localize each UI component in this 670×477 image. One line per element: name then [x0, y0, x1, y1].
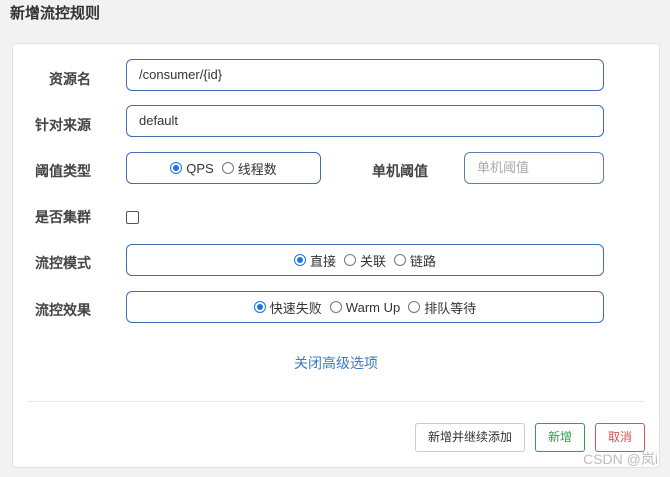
limit-app-label: 针对来源 — [35, 117, 91, 133]
strategy-option-chain[interactable]: 链路 — [394, 251, 436, 270]
strategy-option-direct[interactable]: 直接 — [293, 251, 336, 270]
radio-unselected-icon[interactable] — [408, 301, 421, 313]
grade-option-qps-label: QPS — [186, 160, 214, 176]
behavior-option-fast-fail[interactable]: 快速失败 — [253, 298, 322, 317]
radio-unselected-icon[interactable] — [343, 254, 356, 266]
resource-input[interactable]: /consumer/{id} — [126, 59, 604, 91]
rule-form-panel: 资源名 /consumer/{id} 针对来源 default 阈值类型 QPS… — [12, 43, 660, 468]
grade-option-thread-label: 线程数 — [237, 161, 277, 177]
control-behavior-label: 流控效果 — [35, 302, 91, 318]
cancel-button[interactable]: 取消 — [595, 423, 645, 452]
threshold-label: 单机阈值 — [372, 163, 428, 179]
strategy-option-direct-label: 直接 — [309, 253, 336, 269]
strategy-radio-group: 直接 关联 链路 — [126, 244, 604, 276]
grade-label: 阈值类型 — [35, 163, 91, 179]
strategy-option-chain-label: 链路 — [410, 253, 437, 269]
add-button[interactable]: 新增 — [535, 423, 585, 452]
add-and-continue-button[interactable]: 新增并继续添加 — [415, 423, 525, 452]
strategy-option-relate-label: 关联 — [359, 253, 386, 269]
cluster-label: 是否集群 — [35, 209, 91, 225]
radio-unselected-icon[interactable] — [394, 254, 406, 266]
radio-unselected-icon[interactable] — [221, 162, 234, 174]
strategy-option-relate[interactable]: 关联 — [343, 251, 386, 270]
resource-label: 资源名 — [49, 71, 91, 87]
radio-selected-icon[interactable] — [170, 162, 183, 174]
cluster-checkbox[interactable] — [126, 211, 139, 224]
toggle-advanced-link[interactable]: 关闭高级选项 — [13, 353, 659, 373]
footer-divider — [27, 401, 645, 402]
behavior-option-queue[interactable]: 排队等待 — [408, 298, 476, 317]
radio-selected-icon[interactable] — [293, 254, 306, 266]
grade-radio-group: QPS 线程数 — [126, 152, 321, 184]
behavior-option-warm-up-label: Warm Up — [345, 299, 401, 315]
radio-selected-icon[interactable] — [253, 301, 266, 313]
behavior-option-queue-label: 排队等待 — [424, 300, 477, 316]
grade-option-thread[interactable]: 线程数 — [221, 159, 277, 178]
csdn-watermark: CSDN @岚i — [583, 451, 658, 467]
close-icon[interactable]: ^ — [654, 0, 662, 10]
threshold-input[interactable]: 单机阈值 — [464, 152, 604, 184]
grade-option-qps[interactable]: QPS — [170, 160, 214, 176]
limit-app-input[interactable]: default — [126, 105, 604, 137]
strategy-label: 流控模式 — [35, 255, 91, 271]
behavior-option-fast-fail-label: 快速失败 — [269, 300, 322, 316]
control-behavior-radio-group: 快速失败 Warm Up 排队等待 — [126, 291, 604, 323]
behavior-option-warm-up[interactable]: Warm Up — [329, 299, 401, 315]
dialog-title: 新增流控规则 — [10, 5, 101, 22]
radio-unselected-icon[interactable] — [329, 301, 342, 313]
